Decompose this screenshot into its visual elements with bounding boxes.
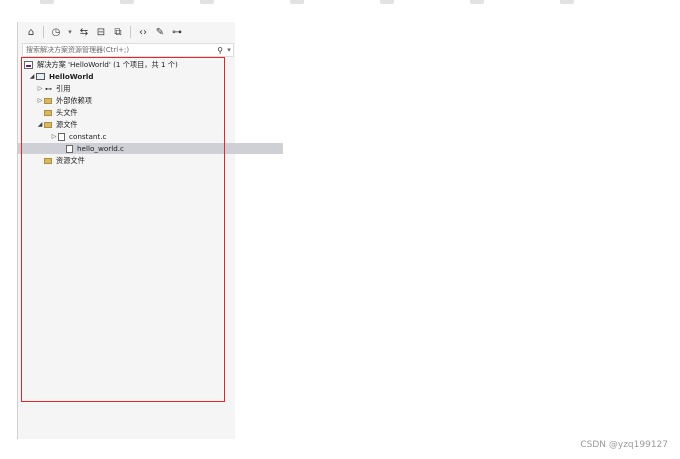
solution-icon bbox=[24, 60, 33, 69]
sync-icon[interactable]: ⇆ bbox=[77, 25, 91, 39]
solution-explorer-toolbar: ⌂ ◷ ▾ ⇆ ⊟ ⧉ ‹› ✎ ⊶ bbox=[18, 22, 235, 42]
collapsed-arrow-icon[interactable]: ▷ bbox=[50, 133, 58, 140]
tree-item-resource-files[interactable]: 资源文件 bbox=[18, 155, 261, 166]
tree-item-label: 解决方案 'HelloWorld' (1 个项目，共 1 个) bbox=[37, 59, 178, 69]
cropped-mark bbox=[40, 0, 54, 4]
tree-item-label: HelloWorld bbox=[49, 72, 94, 81]
folder-icon bbox=[44, 97, 52, 104]
tree-item-external-dependencies[interactable]: ▷ 外部依赖项 bbox=[18, 95, 253, 106]
expanded-arrow-icon[interactable]: ◢ bbox=[28, 73, 36, 80]
cropped-mark bbox=[290, 0, 304, 4]
folder-icon bbox=[44, 109, 52, 116]
search-input[interactable] bbox=[23, 44, 218, 56]
tree-item-label: constant.c bbox=[69, 132, 107, 141]
tree-item-label: hello_world.c bbox=[77, 144, 124, 153]
cropped-mark bbox=[120, 0, 134, 4]
collapsed-arrow-icon[interactable]: ▷ bbox=[36, 97, 44, 104]
show-all-files-icon[interactable]: ⧉ bbox=[111, 25, 125, 39]
watermark: CSDN @yzq199127 bbox=[580, 440, 668, 450]
tree-item-references[interactable]: ▷ ⊷ 引用 bbox=[18, 83, 253, 94]
collapse-all-icon[interactable]: ⊟ bbox=[94, 25, 108, 39]
folder-icon bbox=[44, 157, 52, 164]
tree-item-hello-world-c[interactable]: hello_world.c bbox=[18, 143, 283, 154]
tree-item-label: 源文件 bbox=[56, 119, 78, 129]
references-icon: ⊷ bbox=[45, 84, 52, 93]
toolbar-separator bbox=[43, 26, 44, 38]
code-view-icon[interactable]: ‹› bbox=[136, 25, 150, 39]
tree-item-constant-c[interactable]: ▷ constant.c bbox=[18, 131, 267, 142]
cropped-mark bbox=[380, 0, 394, 4]
expanded-arrow-icon[interactable]: ◢ bbox=[36, 121, 44, 128]
top-cropped-strip bbox=[0, 0, 680, 6]
search-options-dropdown-icon[interactable]: ▾ bbox=[225, 43, 233, 57]
tree-item-source-files[interactable]: ◢ 源文件 bbox=[18, 119, 253, 130]
tree-item-project[interactable]: ◢ HelloWorld bbox=[18, 71, 245, 82]
c-file-icon bbox=[58, 132, 65, 141]
tree-item-label: 外部依赖项 bbox=[56, 95, 92, 105]
solution-explorer-panel: ⌂ ◷ ▾ ⇆ ⊟ ⧉ ‹› ✎ ⊶ ⚲ ▾ 解决方案 'HelloWorld'… bbox=[17, 22, 283, 439]
home-icon[interactable]: ⌂ bbox=[24, 25, 38, 39]
cropped-mark bbox=[470, 0, 484, 4]
tree-item-header-files[interactable]: 头文件 bbox=[18, 107, 261, 118]
toolbar-separator bbox=[130, 26, 131, 38]
tree-item-label: 引用 bbox=[56, 83, 71, 93]
search-box[interactable]: ⚲ ▾ bbox=[22, 43, 234, 57]
properties-icon[interactable]: ✎ bbox=[153, 25, 167, 39]
dropdown-arrow-icon[interactable]: ▾ bbox=[66, 25, 74, 39]
cropped-mark bbox=[200, 0, 214, 4]
cropped-mark bbox=[560, 0, 574, 4]
collapsed-arrow-icon[interactable]: ▷ bbox=[36, 85, 44, 92]
preview-icon[interactable]: ⊶ bbox=[170, 25, 184, 39]
c-file-icon bbox=[66, 144, 73, 153]
tree-item-label: 头文件 bbox=[56, 107, 78, 117]
project-icon bbox=[36, 73, 45, 80]
folder-icon bbox=[44, 121, 52, 128]
tree-item-solution[interactable]: 解决方案 'HelloWorld' (1 个项目，共 1 个) bbox=[18, 59, 241, 70]
search-icon[interactable]: ⚲ bbox=[217, 46, 223, 55]
tree-item-label: 资源文件 bbox=[56, 155, 85, 165]
history-icon[interactable]: ◷ bbox=[49, 25, 63, 39]
